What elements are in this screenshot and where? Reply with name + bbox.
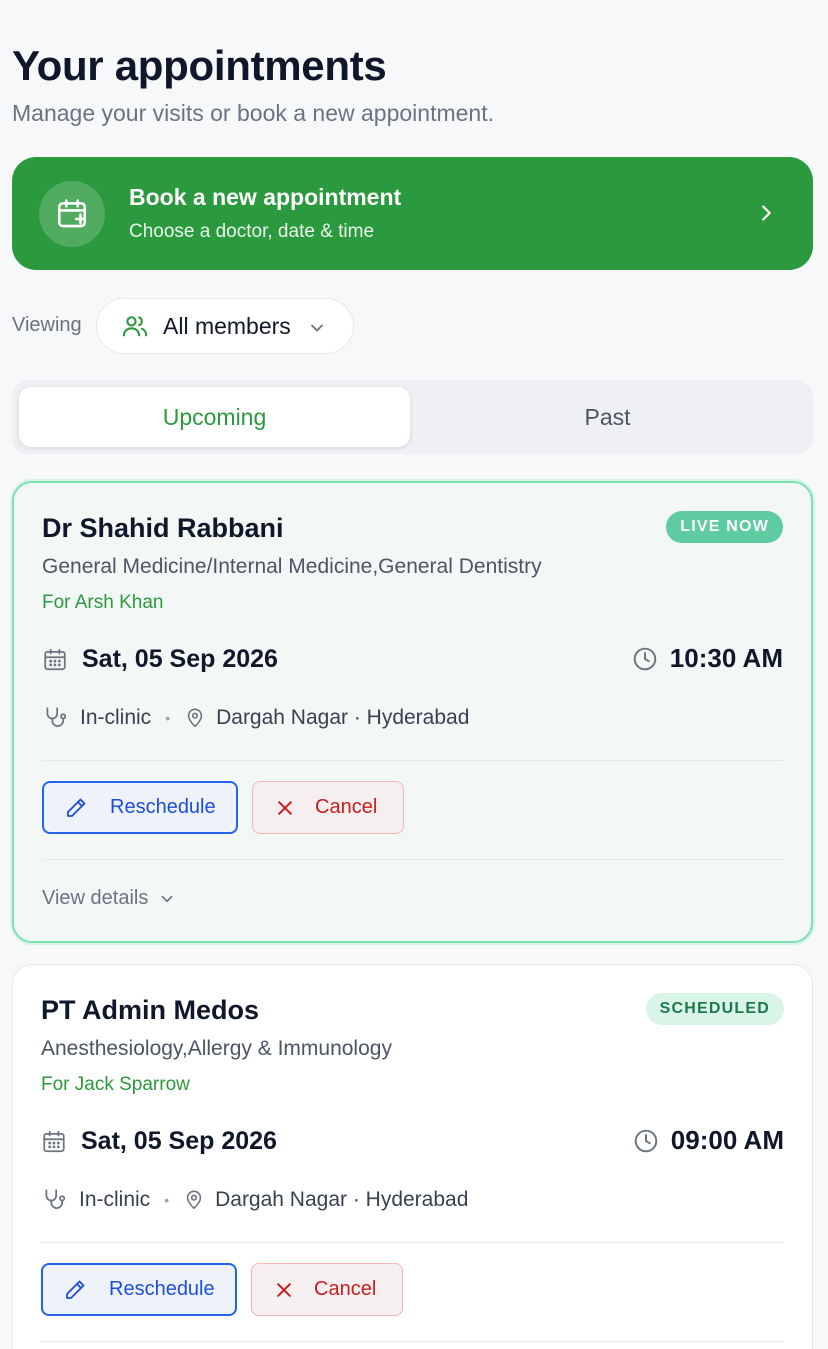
- patient-name: For Jack Sparrow: [41, 1074, 190, 1095]
- map-pin-icon: [186, 1190, 202, 1210]
- member-filter-dropdown[interactable]: All members: [96, 298, 354, 354]
- pencil-icon: [66, 1280, 85, 1299]
- card-divider: [42, 760, 783, 761]
- date-text: Sat, 05 Sep 2026: [82, 645, 278, 673]
- meta-separator: •: [165, 710, 171, 726]
- stethoscope-icon: [45, 1189, 66, 1209]
- tab-past[interactable]: Past: [412, 387, 803, 447]
- date-text: Sat, 05 Sep 2026: [81, 1127, 277, 1155]
- cancel-label: Cancel: [314, 1278, 377, 1300]
- page-title: Your appointments: [12, 42, 387, 89]
- appointment-tabs: Upcoming Past: [12, 380, 813, 454]
- page-subtitle: Manage your visits or book a new appoint…: [12, 100, 494, 126]
- time-text: 10:30 AM: [669, 643, 783, 673]
- appointment-card: PT Admin Medos SCHEDULED Anesthesiology,…: [12, 964, 813, 1349]
- book-appointment-subtitle: Choose a doctor, date & time: [129, 221, 375, 242]
- stethoscope-icon: [46, 707, 67, 727]
- clock-icon: [634, 1129, 658, 1152]
- cancel-button[interactable]: Cancel: [252, 781, 404, 834]
- map-pin-icon: [187, 708, 203, 728]
- visit-mode: In-clinic: [80, 706, 152, 729]
- appointment-date: Sat, 05 Sep 2026: [41, 1127, 277, 1156]
- time-text: 09:00 AM: [670, 1125, 784, 1155]
- cancel-button[interactable]: Cancel: [251, 1263, 403, 1316]
- close-icon: [277, 1282, 291, 1297]
- meta-separator: •: [164, 1192, 170, 1208]
- appointment-time: 09:00 AM: [633, 1125, 784, 1156]
- reschedule-label: Reschedule: [110, 796, 216, 818]
- viewing-label: Viewing: [12, 314, 82, 336]
- view-details-toggle[interactable]: View details: [42, 887, 176, 910]
- status-badge: LIVE NOW: [666, 511, 783, 543]
- appointment-date: Sat, 05 Sep 2026: [42, 645, 278, 674]
- book-appointment-button[interactable]: Book a new appointment Choose a doctor, …: [12, 157, 813, 270]
- card-divider: [42, 859, 783, 860]
- doctor-name: Dr Shahid Rabbani: [42, 513, 284, 543]
- close-icon: [278, 800, 292, 815]
- doctor-name: PT Admin Medos: [41, 995, 260, 1025]
- chevron-down-icon: [311, 324, 323, 332]
- reschedule-button[interactable]: Reschedule: [41, 1263, 237, 1316]
- reschedule-label: Reschedule: [109, 1278, 215, 1300]
- calendar-plus-icon: [39, 180, 105, 247]
- patient-name: For Arsh Khan: [42, 592, 164, 613]
- chevron-down-icon: [162, 895, 173, 902]
- visit-location: Dargah Nagar · Hyderabad: [216, 706, 470, 729]
- visit-mode: In-clinic: [79, 1188, 151, 1211]
- status-badge: SCHEDULED: [645, 993, 784, 1025]
- view-details-label: View details: [42, 887, 149, 909]
- users-icon: [122, 316, 148, 337]
- reschedule-button[interactable]: Reschedule: [42, 781, 238, 834]
- calendar-icon: [44, 648, 66, 670]
- doctor-specialty: Anesthesiology,Allergy & Immunology: [41, 1037, 392, 1060]
- pencil-icon: [67, 798, 86, 817]
- cancel-label: Cancel: [315, 796, 378, 818]
- chevron-right-icon: [762, 205, 771, 221]
- card-divider: [41, 1242, 784, 1243]
- appointment-meta: In-clinic • Dargah Nagar · Hyderabad: [42, 705, 469, 731]
- card-divider: [41, 1341, 784, 1342]
- doctor-specialty: General Medicine/Internal Medicine,Gener…: [42, 555, 542, 578]
- calendar-icon: [43, 1130, 65, 1152]
- member-filter-value: All members: [163, 312, 291, 339]
- clock-icon: [633, 647, 657, 670]
- book-appointment-text: Book a new appointment Choose a doctor, …: [129, 184, 401, 243]
- book-appointment-title: Book a new appointment: [129, 184, 402, 210]
- appointments-page: Your appointments Manage your visits or …: [0, 0, 828, 1349]
- appointment-time: 10:30 AM: [632, 643, 783, 674]
- tab-upcoming[interactable]: Upcoming: [19, 387, 410, 447]
- appointment-meta: In-clinic • Dargah Nagar · Hyderabad: [41, 1187, 468, 1213]
- appointment-card: Dr Shahid Rabbani LIVE NOW General Medic…: [12, 481, 813, 943]
- visit-location: Dargah Nagar · Hyderabad: [215, 1188, 469, 1211]
